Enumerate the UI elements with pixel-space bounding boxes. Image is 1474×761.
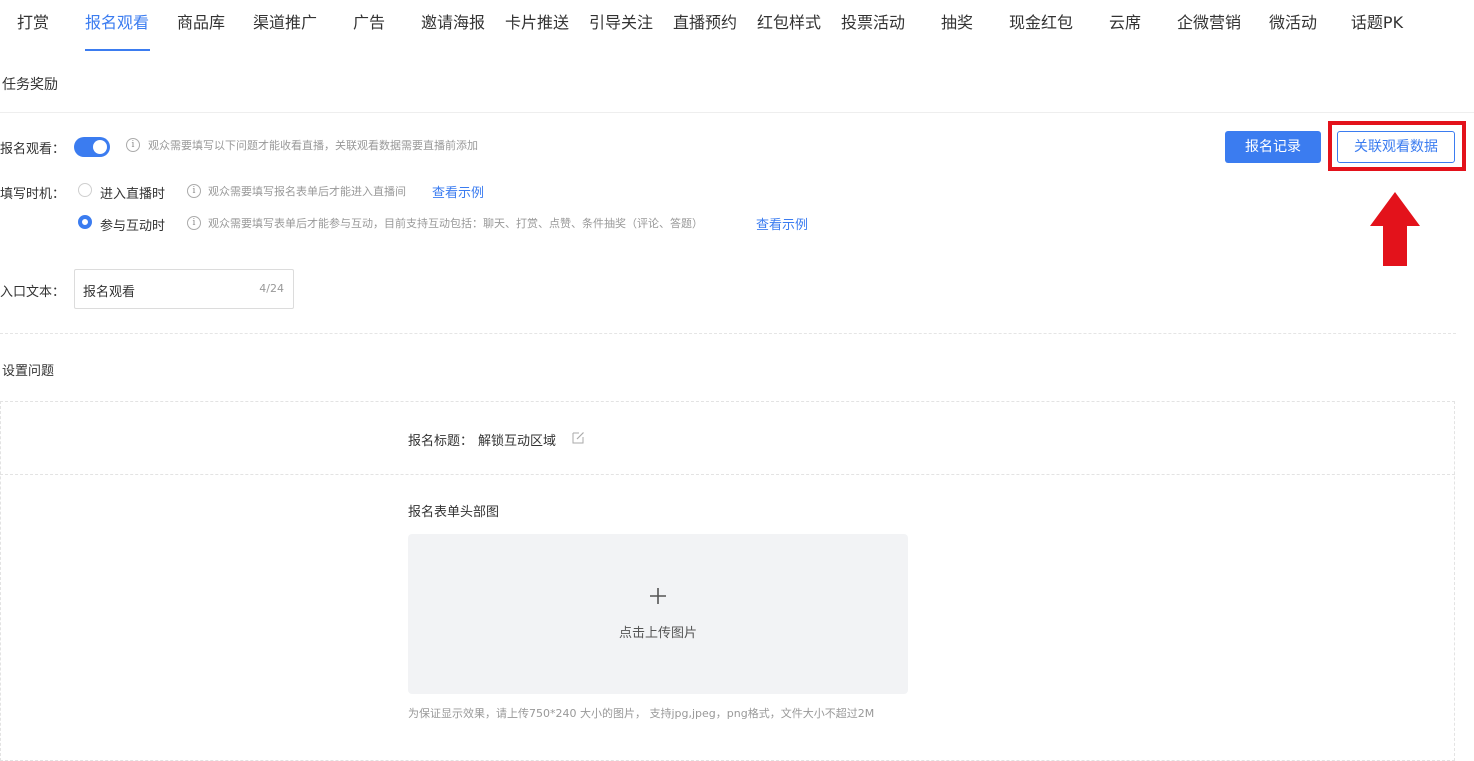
tab-cloud-seat[interactable]: 云席	[1109, 12, 1141, 34]
header-image-upload[interactable]: 点击上传图片	[408, 534, 908, 694]
tab-invite-poster[interactable]: 邀请海报	[421, 12, 485, 34]
view-example-link[interactable]: 查看示例	[432, 182, 484, 201]
option-join-interaction-label[interactable]: 参与互动时	[100, 215, 165, 234]
tab-channel-promotion[interactable]: 渠道推广	[253, 12, 317, 34]
edit-icon[interactable]	[572, 431, 585, 444]
highlight-box	[1328, 121, 1466, 171]
option-enter-live-hint: 观众需要填写报名表单后才能进入直播间	[208, 185, 406, 198]
tab-reward[interactable]: 打赏	[17, 12, 49, 34]
info-icon: i	[187, 184, 201, 198]
panel-divider	[0, 474, 1455, 475]
section-title: 任务奖励	[2, 77, 58, 93]
option-join-interaction-hint: 观众需要填写表单后才能参与互动，目前支持互动包括：聊天、打赏、点赞、条件抽奖（评…	[208, 217, 703, 230]
toggle-knob	[93, 140, 107, 154]
radio-join-interaction[interactable]	[78, 215, 92, 229]
register-watch-hint: 观众需要填写以下问题才能收看直播，关联观看数据需要直播前添加	[148, 139, 478, 152]
register-records-button[interactable]: 报名记录	[1225, 131, 1321, 163]
tab-red-packet-style[interactable]: 红包样式	[757, 12, 821, 34]
fill-timing-label: 填写时机：	[0, 187, 66, 202]
tab-topic-pk[interactable]: 话题PK	[1351, 12, 1403, 34]
entry-text-label: 入口文本：	[0, 285, 66, 300]
register-watch-label: 报名观看：	[0, 142, 66, 157]
tab-cash-red-packet[interactable]: 现金红包	[1009, 12, 1073, 34]
radio-enter-live[interactable]	[78, 183, 92, 197]
tab-micro-activity[interactable]: 微活动	[1269, 12, 1317, 34]
tab-voting[interactable]: 投票活动	[841, 12, 905, 34]
registration-title-label: 报名标题：	[408, 434, 474, 449]
info-icon: i	[187, 216, 201, 230]
tab-wecom-marketing[interactable]: 企微营销	[1177, 12, 1241, 34]
upload-text: 点击上传图片	[618, 626, 697, 641]
view-example-link[interactable]: 查看示例	[756, 214, 808, 233]
info-icon: i	[126, 138, 140, 152]
entry-text-value: 报名观看	[83, 285, 136, 300]
active-tab-indicator	[85, 49, 150, 51]
option-enter-live-label[interactable]: 进入直播时	[100, 183, 165, 202]
register-watch-toggle[interactable]	[74, 137, 110, 157]
tab-ads[interactable]: 广告	[353, 12, 385, 34]
entry-text-input[interactable]: 报名观看 4/24	[74, 269, 294, 309]
char-counter: 4/24	[259, 282, 284, 295]
section-divider	[0, 112, 1474, 113]
tab-guide-follow[interactable]: 引导关注	[589, 12, 653, 34]
tab-card-push[interactable]: 卡片推送	[505, 12, 569, 34]
header-image-label: 报名表单头部图	[408, 505, 500, 520]
up-arrow-icon	[1370, 192, 1420, 266]
tab-lottery[interactable]: 抽奖	[941, 12, 973, 34]
dashed-divider	[0, 333, 1456, 334]
upload-hint: 为保证显示效果，请上传750*240 大小的图片， 支持jpg,jpeg，png…	[408, 707, 875, 720]
tab-register-watch[interactable]: 报名观看	[85, 12, 149, 34]
feature-tabs: 打赏 报名观看 商品库 渠道推广 广告 邀请海报 卡片推送 引导关注 直播预约 …	[0, 0, 1474, 52]
tab-product-library[interactable]: 商品库	[177, 12, 225, 34]
tab-live-reservation[interactable]: 直播预约	[673, 12, 737, 34]
registration-title-value: 解锁互动区域	[478, 434, 557, 449]
plus-icon	[650, 588, 666, 604]
set-questions-title: 设置问题	[2, 364, 55, 379]
